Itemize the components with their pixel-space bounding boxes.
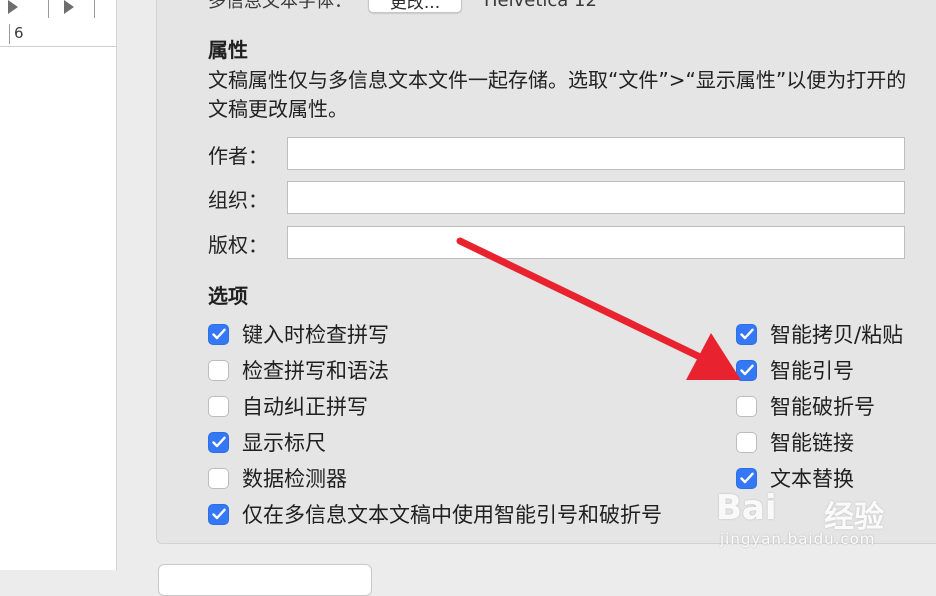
- rich-text-font-row: 多信息文本字体： 更改... Helvetica 12: [208, 0, 597, 14]
- option-smart-dashes[interactable]: 智能破折号: [736, 392, 875, 420]
- checkbox-unchecked-icon[interactable]: [208, 395, 229, 417]
- option-label: 显示标尺: [242, 431, 326, 455]
- checkbox-checked-icon[interactable]: [736, 359, 757, 381]
- checkbox-unchecked-icon[interactable]: [208, 467, 229, 489]
- option-label: 智能引号: [770, 359, 854, 383]
- option-label: 智能拷贝/粘贴: [770, 323, 904, 347]
- option-label: 键入时检查拼写: [242, 323, 389, 347]
- options-title: 选项: [208, 284, 248, 308]
- copyright-field[interactable]: [287, 226, 905, 259]
- author-field[interactable]: [287, 137, 905, 170]
- rich-text-font-label: 多信息文本字体：: [208, 0, 352, 12]
- change-font-button[interactable]: 更改...: [368, 0, 462, 13]
- option-smart-quotes-rich-text-only[interactable]: 仅在多信息文本文稿中使用智能引号和破折号: [208, 500, 662, 528]
- option-autocorrect-spelling[interactable]: 自动纠正拼写: [208, 392, 368, 420]
- checkbox-unchecked-icon[interactable]: [736, 431, 757, 453]
- option-label: 智能链接: [770, 431, 854, 455]
- document-area[interactable]: 6: [0, 0, 117, 570]
- watermark-logo: Bai: [716, 488, 777, 528]
- checkbox-checked-icon[interactable]: [208, 503, 229, 525]
- option-label: 检查拼写和语法: [242, 359, 389, 383]
- checkbox-checked-icon[interactable]: [736, 323, 757, 345]
- option-check-spelling-while-typing[interactable]: 键入时检查拼写: [208, 320, 389, 348]
- option-smart-links[interactable]: 智能链接: [736, 428, 854, 456]
- properties-description: 文稿属性仅与多信息文本文件一起存储。选取“文件”>“显示属性”以便为打开的文稿更…: [208, 68, 907, 121]
- ruler-tick: [9, 24, 10, 44]
- option-smart-copy-paste[interactable]: 智能拷贝/粘贴: [736, 320, 903, 348]
- option-label: 智能破折号: [770, 395, 875, 419]
- checkbox-checked-icon[interactable]: [208, 431, 229, 453]
- checkbox-unchecked-icon[interactable]: [736, 395, 757, 417]
- author-label: 作者：: [208, 144, 268, 168]
- ruler-tick: [48, 0, 49, 18]
- copyright-label: 版权：: [208, 233, 268, 257]
- watermark-url: jingyan.baidu.com: [720, 530, 876, 548]
- properties-title: 属性: [208, 38, 248, 62]
- ruler[interactable]: 6: [0, 0, 116, 47]
- option-data-detectors[interactable]: 数据检测器: [208, 464, 347, 492]
- option-show-ruler[interactable]: 显示标尺: [208, 428, 326, 456]
- rich-text-font-value: Helvetica 12: [484, 0, 597, 11]
- option-label: 仅在多信息文本文稿中使用智能引号和破折号: [242, 503, 662, 527]
- ruler-tick: [94, 0, 95, 18]
- ruler-number: 6: [14, 24, 24, 42]
- tab-stop-icon[interactable]: [64, 0, 74, 14]
- checkbox-checked-icon[interactable]: [208, 323, 229, 345]
- option-label: 自动纠正拼写: [242, 395, 368, 419]
- baidu-jingyan-watermark: Bai 经验 jingyan.baidu.com: [716, 484, 926, 564]
- organization-field[interactable]: [287, 181, 905, 214]
- bottom-button[interactable]: [158, 564, 372, 596]
- option-check-spelling-grammar[interactable]: 检查拼写和语法: [208, 356, 389, 384]
- tab-stop-icon[interactable]: [8, 0, 18, 14]
- option-label: 数据检测器: [242, 467, 347, 491]
- organization-label: 组织：: [208, 188, 268, 212]
- checkbox-unchecked-icon[interactable]: [208, 359, 229, 381]
- option-smart-quotes[interactable]: 智能引号: [736, 356, 854, 384]
